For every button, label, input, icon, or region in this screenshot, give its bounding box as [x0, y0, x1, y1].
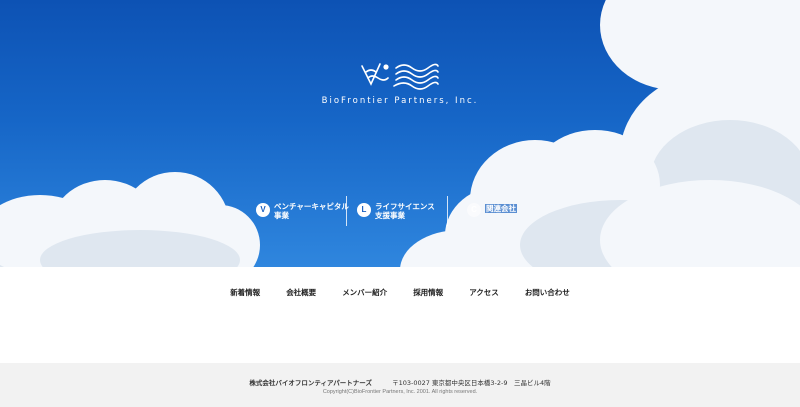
footer-info: 株式会社バイオフロンティアパートナーズ 〒103-0027 東京都中央区日本橋3…	[0, 377, 800, 387]
footer-company: 株式会社バイオフロンティアパートナーズ	[249, 379, 372, 387]
nav-company[interactable]: 会社概要	[286, 287, 316, 299]
nav-access[interactable]: アクセス	[469, 287, 499, 299]
business-link-affiliates[interactable]: C 関連会社	[467, 194, 517, 217]
nav-news[interactable]: 新着情報	[230, 287, 260, 299]
nav-recruit[interactable]: 採用情報	[413, 287, 443, 299]
business-link-venture-capital[interactable]: V ベンチャーキャピタル 事業	[256, 194, 349, 220]
hero-banner: BioFrontier Partners, Inc. V ベンチャーキャピタル …	[0, 0, 800, 267]
main-nav: 新着情報 会社概要 メンバー紹介 採用情報 アクセス お問い合わせ	[0, 287, 800, 299]
l-badge-icon: L	[357, 203, 371, 217]
c-badge-icon: C	[467, 203, 481, 217]
business-label: ライフサイエンス 支援事業	[375, 202, 435, 220]
wave-logo-icon	[361, 63, 439, 90]
nav-members[interactable]: メンバー紹介	[342, 287, 387, 299]
footer: 株式会社バイオフロンティアパートナーズ 〒103-0027 東京都中央区日本橋3…	[0, 363, 800, 407]
nav-contact[interactable]: お問い合わせ	[525, 287, 570, 299]
divider	[447, 196, 448, 226]
brand-logo[interactable]: BioFrontier Partners, Inc.	[320, 58, 480, 106]
footer-address: 〒103-0027 東京都中央区日本橋3-2-9 三晶ビル4階	[392, 379, 551, 387]
copyright: Copyright(C)BioFrontier Partners, Inc. 2…	[322, 389, 478, 395]
business-label: ベンチャーキャピタル 事業	[274, 202, 349, 220]
v-badge-icon: V	[256, 203, 270, 217]
business-link-life-science[interactable]: L ライフサイエンス 支援事業	[357, 194, 435, 220]
divider	[346, 196, 347, 226]
business-label: 関連会社	[485, 204, 517, 213]
company-name: BioFrontier Partners, Inc.	[321, 96, 479, 106]
